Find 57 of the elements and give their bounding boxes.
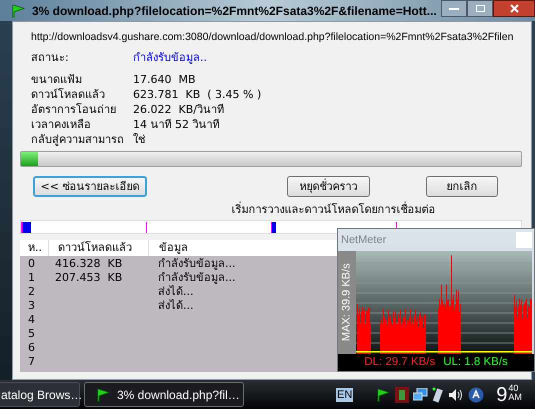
- taskbar-button[interactable]: atalog Brows…: [0, 382, 80, 407]
- detail-value: ใช่: [133, 132, 145, 148]
- table-cell-text: 1: [27, 270, 36, 285]
- detail-value: 14 นาที 52 วินาที: [133, 117, 220, 132]
- window-title: 3% download.php?filelocation=%2Fmnt%2Fsata3%2F&filename=Hott...: [32, 2, 437, 20]
- close-button[interactable]: [493, 0, 535, 17]
- action-button[interactable]: หยุดชั่วคราว: [287, 176, 370, 198]
- flag-icon: [95, 388, 111, 402]
- clock-period: AM: [508, 392, 522, 402]
- task-label: 3% download.php?fil…: [117, 386, 240, 404]
- detail-label: ขนาดแฟ้ม: [31, 72, 83, 88]
- connection-caption: เริ่มการวางและดาวน์โหลดโดยการเชื่อมต่อ: [232, 202, 436, 218]
- flag-icon: [10, 4, 26, 18]
- circle-a-icon[interactable]: [468, 386, 484, 402]
- action-button[interactable]: << ซ่อนรายละเอียด: [33, 176, 147, 198]
- meter-icon[interactable]: [395, 386, 410, 402]
- netmeter-title: NetMeter: [341, 232, 386, 248]
- table-cell-text: 0: [27, 256, 36, 271]
- url-text: http://downloadsv4.gushare.com:3080/download/download.php?filelocation=%2Fmnt%2Fsata3%2Ffilen: [30, 30, 514, 45]
- clock-minute: 40: [508, 384, 520, 392]
- table-cell-text: 3: [27, 298, 36, 313]
- volume-icon[interactable]: [448, 388, 464, 402]
- close-icon: [510, 4, 518, 13]
- flag-icon: [375, 388, 392, 402]
- table-cell: กำลังรับข้อมูล...: [158, 270, 236, 285]
- task-label: atalog Brows…: [1, 386, 82, 404]
- table-cell-text: 6: [27, 340, 36, 355]
- detail-value: 623.781 KB ( 3.45 % ): [133, 87, 262, 102]
- table-cell-text: 7: [27, 354, 36, 369]
- clock-hour: 9: [496, 384, 508, 406]
- detail-label: อัตราการโอนถ่าย: [31, 102, 117, 118]
- upload-rate: UL: 1.8 KB/s: [443, 354, 508, 370]
- table-cell: ส่งได้...: [158, 298, 194, 313]
- table-cell: กำลังรับข้อมูล...: [158, 256, 236, 271]
- maximize-button[interactable]: [467, 0, 493, 17]
- table-cell: 416.328 KB: [55, 256, 122, 271]
- table-cell: ส่งได้...: [158, 284, 194, 299]
- table-cell-text: 5: [27, 326, 36, 341]
- taskbar-button[interactable]: 3% download.php?fil…: [84, 382, 244, 407]
- language-indicator[interactable]: EN: [336, 388, 354, 402]
- detail-label: กลับสู่ความสามารถ: [31, 132, 125, 148]
- download-rate: DL: 29.7 KB/s: [364, 354, 436, 370]
- table-cell-text: 4: [27, 312, 36, 327]
- network-icon[interactable]: [413, 388, 428, 402]
- minimize-button[interactable]: [441, 0, 467, 17]
- wireless-icon[interactable]: [432, 386, 444, 402]
- table-cell-text: 2: [27, 284, 36, 299]
- blank-tile[interactable]: [516, 232, 532, 248]
- max-rate-label: MAX: 39.9 KB/s: [340, 263, 354, 342]
- detail-value: 17.640 MB: [133, 72, 196, 88]
- table-cell: 207.453 KB: [55, 270, 122, 285]
- detail-value: 26.022 KB/วินาที: [133, 102, 224, 118]
- detail-label: ดาวน์โหลดแล้ว: [31, 87, 106, 102]
- status-value: กำลังรับข้อมูล..: [133, 50, 207, 66]
- status-label: สถานะ:: [31, 50, 70, 66]
- action-button[interactable]: ยกเลิก: [426, 176, 498, 198]
- detail-label: เวลาคงเหลือ: [31, 117, 92, 132]
